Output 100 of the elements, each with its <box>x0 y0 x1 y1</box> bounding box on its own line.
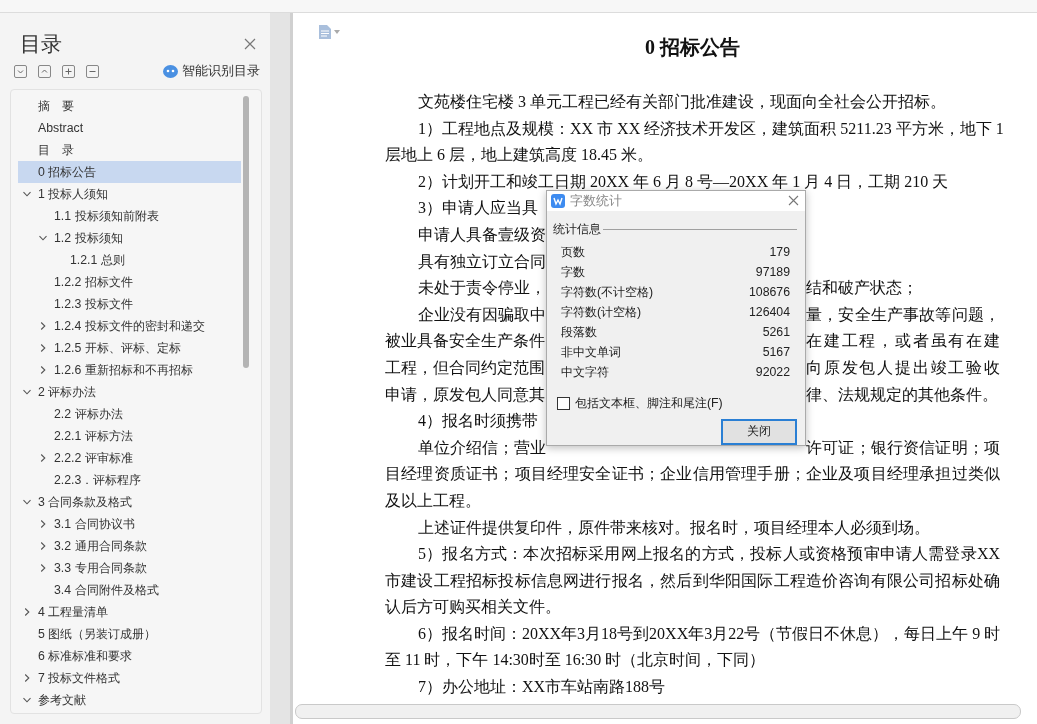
text-line: 律、法规规定的其他条件。 <box>806 384 999 405</box>
outline-item[interactable]: 2 评标办法 <box>18 381 241 403</box>
outline-item[interactable]: 2.2 评标办法 <box>18 403 241 425</box>
stat-value: 108676 <box>748 283 790 301</box>
stat-label: 字数 <box>561 263 585 281</box>
outline-item[interactable]: 2.2.1 评标方法 <box>18 425 241 447</box>
robot-icon <box>163 64 178 78</box>
text-line: 申请，原发包人同意其 <box>385 384 545 405</box>
outline-item[interactable]: 1 投标人须知 <box>18 183 241 205</box>
outline-item[interactable]: 1.2.6 重新招标和不再招标 <box>18 359 241 381</box>
outline-item[interactable]: 3.4 合同附件及格式 <box>18 579 241 601</box>
outline-item[interactable]: 0 招标公告 <box>18 161 241 183</box>
stat-value: 5167 <box>762 343 790 361</box>
stat-label: 非中文单词 <box>561 343 621 361</box>
text-line: 具有独立订立合同 <box>418 251 546 272</box>
text-line: 被业具备安全生产条件 <box>385 331 545 352</box>
chevron-right-icon[interactable] <box>38 453 48 463</box>
text-line: 申请人具备壹级资 <box>418 224 546 245</box>
close-icon[interactable] <box>244 38 256 50</box>
chevron-down-icon[interactable] <box>22 497 32 507</box>
outline-item[interactable]: 7 投标文件格式 <box>18 667 241 689</box>
text-line: 向原发包人提出竣工验收 <box>806 357 1000 378</box>
stat-value: 92022 <box>755 363 790 381</box>
text-line: 6）报名时间：20XX年3月18号到20XX年3月22号（节假日不休息），每日上午 9 时 <box>417 623 1000 644</box>
outline-item[interactable]: 6 标准标准和要求 <box>18 645 241 667</box>
outline-item[interactable]: 1.2.2 招标文件 <box>18 271 241 293</box>
chevron-down-icon[interactable] <box>22 695 32 705</box>
document-title: 0 招标公告 <box>644 35 741 60</box>
text-line: 5）报名方式：本次招标采用网上报名的方式，投标人或资格预审申请人需登录XX <box>417 544 1000 565</box>
text-line: 未处于责令停业， <box>418 278 546 299</box>
chevron-right-icon[interactable] <box>38 519 48 529</box>
stat-label: 中文字符 <box>561 363 609 381</box>
scrollbar-thumb[interactable] <box>243 96 249 368</box>
text-line: 认后方可购买相关文件。 <box>385 597 562 618</box>
outline-item[interactable]: 2.2.3．评标程序 <box>18 469 241 491</box>
outline-item[interactable]: 1.2.5 开标、评标、定标 <box>18 337 241 359</box>
text-line: 层地上 6 层，地上建筑高度 18.45 米。 <box>385 145 654 166</box>
outline-item[interactable]: 1.2 投标须知 <box>18 227 241 249</box>
chevron-right-icon[interactable] <box>38 563 48 573</box>
outline-item[interactable]: 1.2.4 投标文件的密封和递交 <box>18 315 241 337</box>
outline-item[interactable]: 3.3 专用合同条款 <box>18 557 241 579</box>
stat-label: 字符数(不计空格) <box>561 283 654 301</box>
chevron-down-icon[interactable] <box>22 189 32 199</box>
text-line: 工程，但合同约定范围 <box>385 357 545 378</box>
close-button[interactable]: 关闭 <box>721 418 797 445</box>
stat-value: 97189 <box>755 263 790 281</box>
chevron-right-icon[interactable] <box>22 673 32 683</box>
stat-value: 179 <box>769 243 790 261</box>
outline-item[interactable]: 3 合同条款及格式 <box>18 491 241 513</box>
chevron-right-icon[interactable] <box>38 541 48 551</box>
chevron-down-icon[interactable] <box>22 387 32 397</box>
remove-button[interactable] <box>86 64 99 78</box>
chevron-right-icon[interactable] <box>22 607 32 617</box>
stat-label: 页数 <box>561 243 585 261</box>
outline-item[interactable]: 摘 要 <box>18 95 241 117</box>
chevron-right-icon[interactable] <box>38 343 48 353</box>
stat-value: 126404 <box>748 303 790 321</box>
text-line: 结和破产状态； <box>806 278 919 299</box>
outline-item[interactable]: 1.2.1 总则 <box>18 249 241 271</box>
text-line: 量，安全生产事故等问题， <box>806 304 1000 325</box>
outline-item[interactable]: 目 录 <box>18 139 241 161</box>
close-icon[interactable] <box>788 195 799 207</box>
expand-up-button[interactable] <box>38 64 51 78</box>
text-line: 许可证；银行资信证明；项 <box>806 437 1000 458</box>
collapse-all-button[interactable] <box>14 64 27 78</box>
text-line: 单位介绍信；营业 <box>418 437 546 458</box>
panel-title: 目录 <box>20 31 62 57</box>
outline-item[interactable]: Abstract <box>18 117 241 139</box>
outline-item[interactable]: 5 图纸（另装订成册） <box>18 623 241 645</box>
text-line: 至 11 时，下午 14:30时至 16:30 时（北京时间，下同） <box>385 650 767 671</box>
chevron-down-icon[interactable] <box>38 233 48 243</box>
stat-label: 字符数(计空格) <box>561 303 642 321</box>
outline-item[interactable]: 4 工程量清单 <box>18 601 241 623</box>
text-line: 7）办公地址：XX市车站南路188号 <box>417 677 667 698</box>
text-line: 3）申请人应当具 <box>418 198 538 219</box>
text-line: 及以上工程。 <box>385 490 482 511</box>
checkbox[interactable] <box>557 396 570 410</box>
text-line: 目经理资质证书；项目经理安全证书；企业信用管理手册；企业及项目经理承担过类似 <box>385 464 1000 485</box>
outline-item[interactable]: 参考文献 <box>18 689 241 711</box>
outline-item[interactable]: 1.1 投标须知前附表 <box>18 205 241 227</box>
smart-toc-button[interactable]: 智能识别目录 <box>163 62 260 80</box>
text-line: 在建工程，或者虽有在建 <box>806 331 1000 352</box>
text-line: 文苑楼住宅楼 3 单元工程已经有关部门批准建设，现面向全社会公开招标。 <box>417 92 947 112</box>
checkbox-label[interactable]: 包括文本框、脚注和尾注(F) <box>575 394 723 412</box>
stat-label: 段落数 <box>561 323 597 341</box>
text-line: 企业没有因骗取中 <box>418 304 546 325</box>
outline-item[interactable]: 3.1 合同协议书 <box>18 513 241 535</box>
chevron-right-icon[interactable] <box>38 365 48 375</box>
chevron-right-icon[interactable] <box>38 321 48 331</box>
outline-item[interactable]: 1.2.3 投标文件 <box>18 293 241 315</box>
text-line: 上述证件提供复印件，原件带来核对。报名时，项目经理本人必须到场。 <box>417 517 931 538</box>
dialog-title: 字数统计 <box>570 191 622 210</box>
horizontal-scrollbar[interactable] <box>295 704 1021 719</box>
text-line: 市建设工程招标投标信息网进行报名，然后到华阳国际工程造价咨询有限公司招标处确 <box>385 570 1000 591</box>
outline-item[interactable]: 2.2.2 评审标准 <box>18 447 241 469</box>
add-button[interactable] <box>62 64 75 78</box>
text-line: 4）报名时须携带 <box>418 411 538 432</box>
text-line: 2）计划开工和竣工日期 20XX 年 6 月 8 号—20XX 年 1 月 4 日，工期 210 天 <box>417 171 950 192</box>
stat-value: 5261 <box>762 323 790 341</box>
outline-item[interactable]: 3.2 通用合同条款 <box>18 535 241 557</box>
